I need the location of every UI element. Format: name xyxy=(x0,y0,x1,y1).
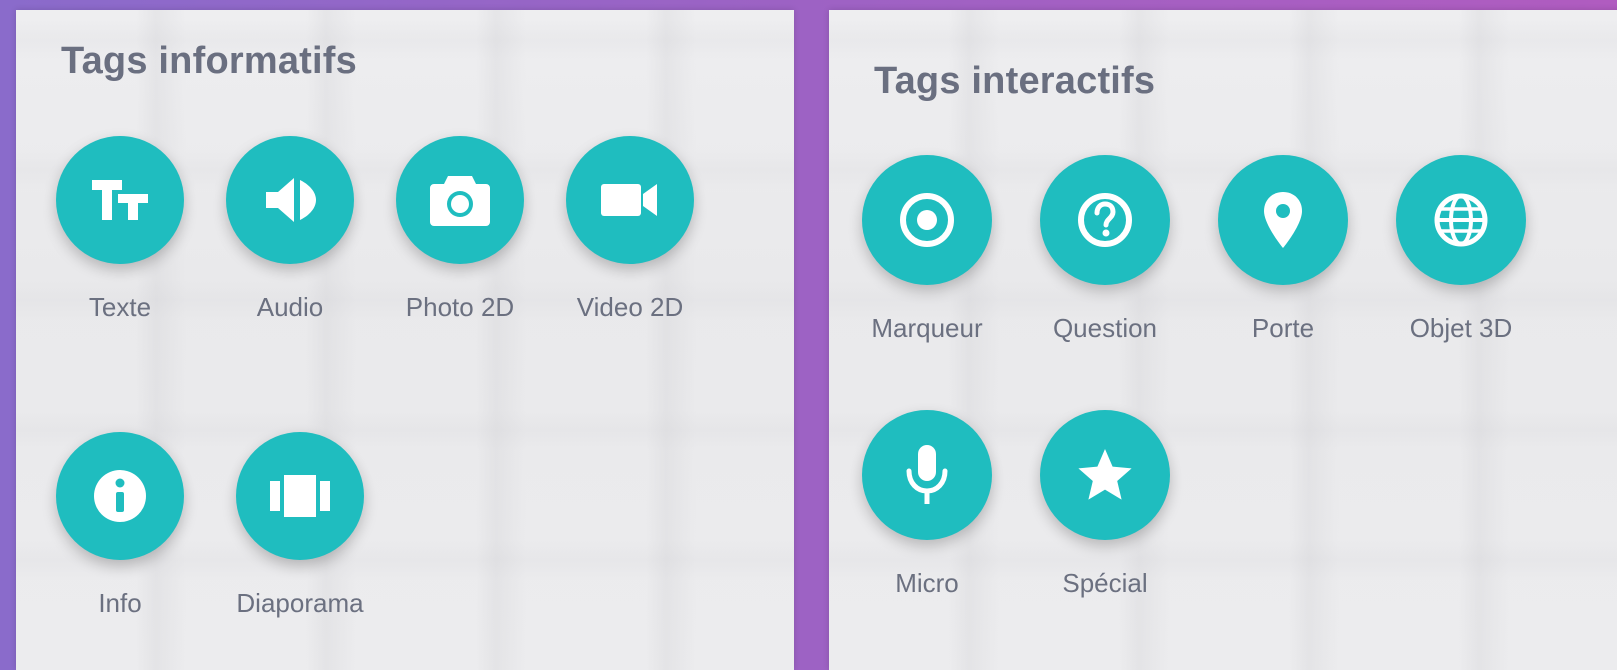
tag-diaporama-button[interactable]: Diaporama xyxy=(220,432,380,628)
tag-label: Marqueur xyxy=(871,313,983,343)
tag-label: Objet 3D xyxy=(1409,313,1513,343)
tag-texte-button[interactable]: Texte xyxy=(40,136,200,332)
globe-icon xyxy=(1432,191,1490,249)
microphone-icon xyxy=(904,443,950,507)
panel-title: Tags informatifs xyxy=(61,40,357,82)
text-icon xyxy=(88,174,152,226)
tag-circle xyxy=(862,410,992,540)
video-icon xyxy=(599,180,661,220)
tag-label: Micro xyxy=(895,568,959,598)
tag-micro-button[interactable]: Micro xyxy=(847,410,1007,608)
tag-label: Audio xyxy=(256,292,324,322)
tag-circle xyxy=(862,155,992,285)
tag-porte-button[interactable]: Porte xyxy=(1203,155,1363,353)
tag-circle xyxy=(226,136,354,264)
tag-special-button[interactable]: Spécial xyxy=(1025,410,1185,608)
informative-tags-panel: Tags informatifs Texte Audio Photo 2D Vi… xyxy=(16,10,794,670)
info-icon xyxy=(92,468,148,524)
tag-circle xyxy=(236,432,364,560)
question-icon xyxy=(1075,190,1135,250)
panel-title: Tags interactifs xyxy=(874,60,1156,102)
tag-video-2d-button[interactable]: Video 2D xyxy=(550,136,710,332)
tag-audio-button[interactable]: Audio xyxy=(210,136,370,332)
tag-info-button[interactable]: Info xyxy=(40,432,200,628)
tag-marqueur-button[interactable]: Marqueur xyxy=(847,155,1007,353)
tag-label: Spécial xyxy=(1062,568,1148,598)
tag-circle xyxy=(396,136,524,264)
tag-circle xyxy=(1218,155,1348,285)
camera-icon xyxy=(428,172,492,228)
location-pin-icon xyxy=(1260,190,1306,250)
tag-circle xyxy=(1396,155,1526,285)
tag-label: Porte xyxy=(1251,313,1315,343)
tag-photo-2d-button[interactable]: Photo 2D xyxy=(380,136,540,332)
audio-icon xyxy=(260,172,320,228)
interactive-tags-panel: Tags interactifs Marqueur Question Porte… xyxy=(829,10,1617,670)
tag-circle xyxy=(1040,155,1170,285)
tag-circle xyxy=(566,136,694,264)
marker-icon xyxy=(897,190,957,250)
tag-label: Info xyxy=(98,588,142,618)
tag-circle xyxy=(56,136,184,264)
tag-label: Photo 2D xyxy=(405,292,515,322)
tag-circle xyxy=(1040,410,1170,540)
tag-label: Question xyxy=(1052,313,1158,343)
tag-label: Video 2D xyxy=(576,292,684,322)
star-icon xyxy=(1075,446,1135,504)
tag-question-button[interactable]: Question xyxy=(1025,155,1185,353)
tag-objet-3d-button[interactable]: Objet 3D xyxy=(1381,155,1541,353)
tag-label: Diaporama xyxy=(236,588,364,618)
tag-label: Texte xyxy=(88,292,152,322)
tag-circle xyxy=(56,432,184,560)
slideshow-icon xyxy=(268,473,332,519)
